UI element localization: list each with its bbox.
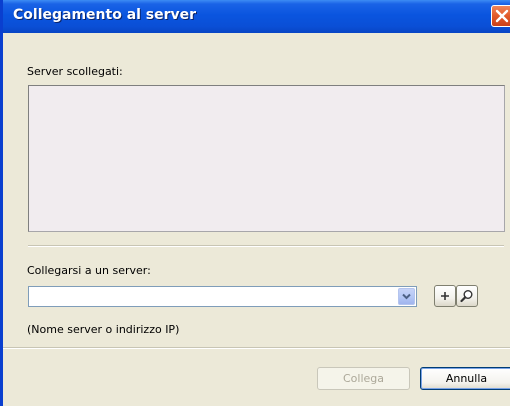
title-bar[interactable]: Collegamento al server xyxy=(3,0,510,33)
add-server-button[interactable] xyxy=(434,285,456,307)
connect-button[interactable]: Collega xyxy=(317,367,410,390)
dropdown-button[interactable] xyxy=(398,288,415,305)
dialog-content: Server scollegati: Collegarsi a un serve… xyxy=(3,33,510,406)
disconnected-servers-list[interactable] xyxy=(28,85,505,232)
disconnected-servers-label: Server scollegati: xyxy=(27,65,123,78)
connect-server-label: Collegarsi a un server: xyxy=(27,264,151,277)
separator-top xyxy=(28,245,504,247)
dialog-window: Collegamento al server Server scollegati… xyxy=(0,0,510,406)
window-title: Collegamento al server xyxy=(13,7,197,23)
search-server-button[interactable] xyxy=(456,285,478,307)
separator-bottom xyxy=(3,347,510,349)
cancel-button[interactable]: Annulla xyxy=(420,367,510,390)
close-button[interactable] xyxy=(491,5,510,27)
server-hint-text: (Nome server o indirizzo IP) xyxy=(27,323,180,336)
server-combobox[interactable] xyxy=(28,286,417,307)
